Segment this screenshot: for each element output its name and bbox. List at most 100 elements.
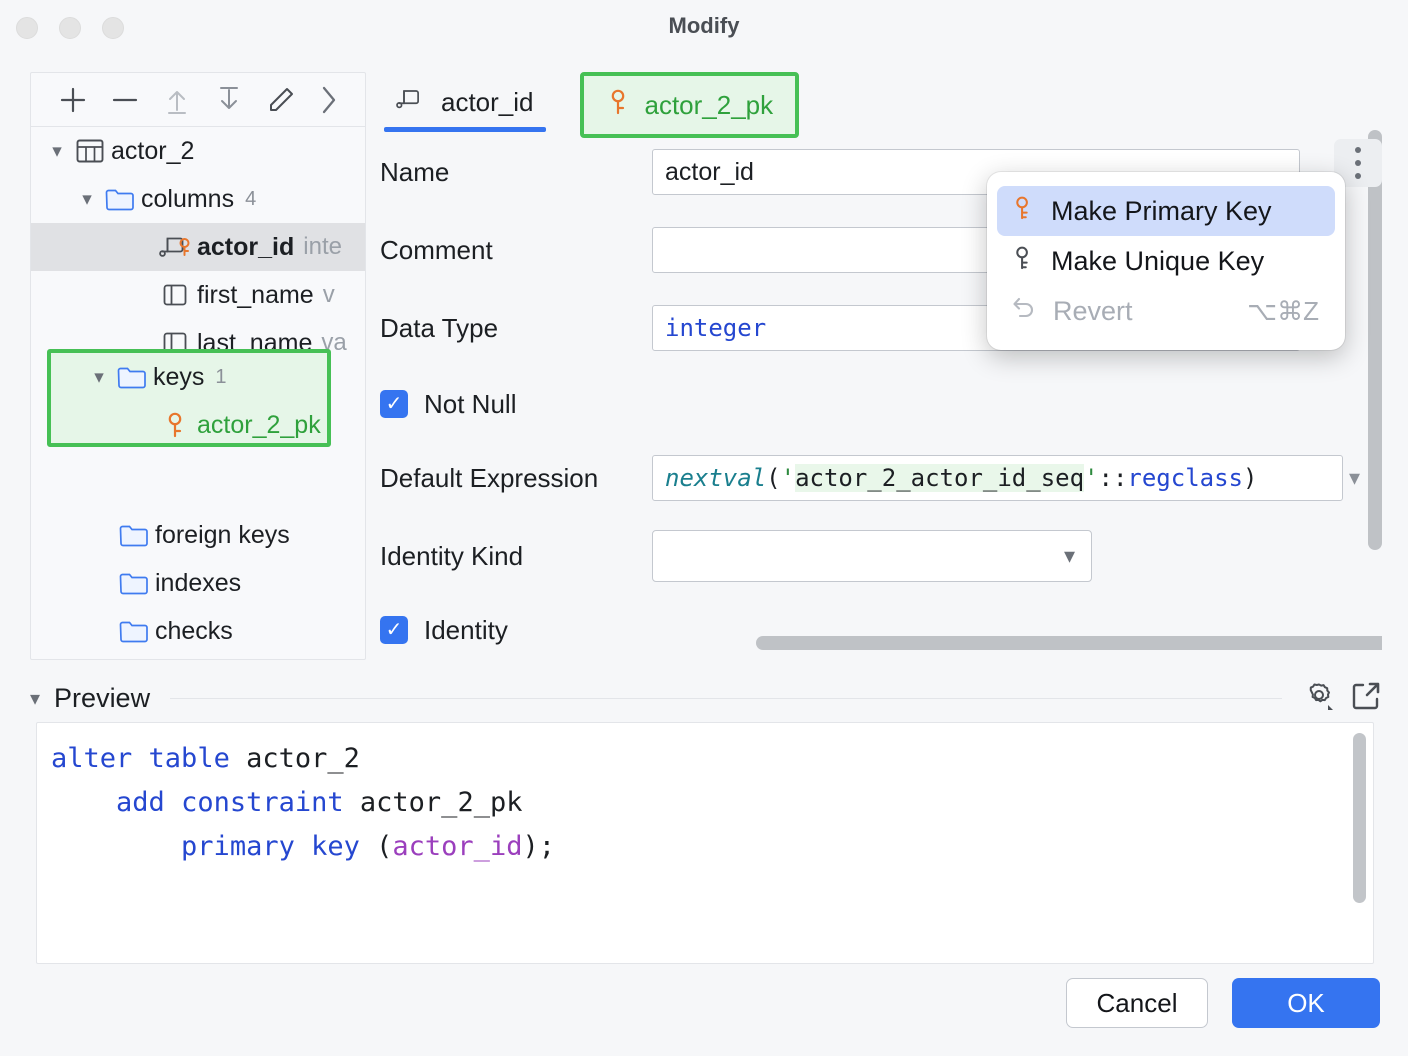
tree-node-label: actor_2_pk: [195, 411, 321, 440]
form-horizontal-scrollbar[interactable]: [756, 636, 1382, 650]
default-expression-tail: ): [1243, 464, 1257, 492]
tree-node-label: first_name: [195, 281, 314, 310]
kebab-dot: [1355, 160, 1361, 166]
menu-item-label: Revert: [1053, 296, 1133, 327]
menu-item-revert: Revert ⌥⌘Z: [997, 286, 1335, 336]
not-null-checkbox[interactable]: ✓: [380, 390, 408, 418]
tree-group-indexes[interactable]: indexes: [31, 559, 365, 607]
folder-icon: [115, 571, 153, 595]
preview-header: ▾ Preview: [30, 676, 1382, 720]
preview-sql-text: alter table actor_2 add constraint actor…: [37, 723, 1373, 869]
not-null-label: Not Null: [424, 389, 516, 420]
menu-item-shortcut: ⌥⌘Z: [1247, 296, 1319, 327]
identity-label: Identity: [424, 615, 508, 646]
tree-group-count: 4: [245, 188, 256, 211]
settings-gear-icon[interactable]: [1302, 679, 1336, 718]
move-up-button[interactable]: [151, 80, 203, 120]
default-expression-quote-close: ': [1084, 464, 1098, 492]
sql-keyword: add: [116, 787, 165, 818]
tree-group-keys[interactable]: ▾ keys 1: [51, 353, 327, 401]
tree-node-column-first_name[interactable]: first_name v: [31, 271, 365, 319]
identity-checkbox[interactable]: ✓: [380, 616, 408, 644]
edit-button[interactable]: [255, 80, 307, 120]
keys-group-rows[interactable]: ▾ keys 1 actor_2_pk: [51, 353, 327, 449]
chevron-down-icon[interactable]: ▾: [1064, 543, 1075, 569]
menu-item-make-unique-key[interactable]: Make Unique Key: [997, 236, 1335, 286]
add-button[interactable]: [47, 80, 99, 120]
tree-node-key-actor_2_pk[interactable]: actor_2_pk: [51, 401, 327, 449]
default-expression-input[interactable]: nextval('actor_2_actor_id_seq'::regclass…: [652, 455, 1343, 501]
object-editor-panel: actor_id actor_2_pk Name actor_id Commen…: [372, 72, 1382, 660]
column-icon: [157, 282, 195, 308]
menu-item-make-primary-key[interactable]: Make Primary Key: [997, 186, 1335, 236]
chevron-down-icon[interactable]: ▾: [73, 188, 101, 211]
kebab-dot: [1355, 173, 1361, 179]
key-icon: [157, 411, 195, 439]
folder-icon: [113, 365, 151, 389]
dialog-footer: Cancel OK: [0, 964, 1408, 1056]
preview-title: Preview: [54, 683, 150, 714]
default-expression-sequence: actor_2_actor_id_seq: [795, 464, 1084, 492]
data-type-input-value: integer: [665, 314, 766, 342]
tree-node-type: v: [323, 281, 335, 309]
tree-group-label: indexes: [153, 569, 241, 598]
expand-more-button[interactable]: [303, 80, 355, 120]
tree-node-actor_2[interactable]: ▾ actor_2: [31, 127, 365, 175]
kebab-dot: [1355, 147, 1361, 153]
tree-group-label: keys: [151, 363, 204, 392]
column-pk-icon: [157, 234, 195, 260]
default-expression-paren: (: [766, 464, 780, 492]
key-icon-orange: [1011, 194, 1035, 229]
editor-tabs: actor_id actor_2_pk: [372, 72, 1382, 138]
remove-button[interactable]: [99, 80, 151, 120]
sql-keyword: primary: [181, 831, 295, 862]
tree-node-label: actor_id: [195, 233, 294, 262]
sql-column: actor_id: [392, 831, 522, 862]
preview-divider: [170, 698, 1282, 699]
menu-item-label: Make Unique Key: [1051, 246, 1264, 277]
sql-keyword: key: [311, 831, 360, 862]
default-expression-dropdown-icon[interactable]: ▾: [1349, 465, 1360, 491]
key-icon: [606, 87, 632, 124]
default-expression-func: nextval: [665, 464, 766, 492]
sql-keyword: alter: [51, 743, 132, 774]
tree-group-label: columns: [139, 185, 234, 214]
tree-group-foreign-keys[interactable]: foreign keys: [31, 511, 365, 559]
menu-item-label: Make Primary Key: [1051, 196, 1272, 227]
not-null-checkbox-row[interactable]: ✓ Not Null: [380, 382, 1382, 426]
move-down-button[interactable]: [203, 80, 255, 120]
tree-node-column-actor_id[interactable]: actor_id inte: [31, 223, 365, 271]
preview-sql-box[interactable]: alter table actor_2 add constraint actor…: [36, 722, 1374, 964]
identity-kind-select[interactable]: ▾: [652, 530, 1092, 582]
default-expression-cast-type: regclass: [1127, 464, 1243, 492]
name-input-value: actor_id: [665, 158, 754, 187]
sql-identifier: actor_2_pk: [360, 787, 523, 818]
tab-label: actor_2_pk: [645, 90, 774, 121]
comment-label: Comment: [380, 235, 652, 266]
cancel-button[interactable]: Cancel: [1066, 978, 1208, 1028]
window-title: Modify: [0, 13, 1408, 39]
context-menu: Make Primary Key Make Unique Key Revert …: [987, 172, 1345, 350]
chevron-down-icon[interactable]: ▾: [43, 140, 71, 163]
tree-node-label: actor_2: [109, 137, 194, 166]
data-type-label: Data Type: [380, 313, 652, 344]
open-in-editor-icon[interactable]: [1350, 680, 1382, 717]
tree-group-columns[interactable]: ▾ columns 4: [31, 175, 365, 223]
tree-node-type: inte: [303, 233, 342, 261]
sql-identifier: actor_2: [246, 743, 360, 774]
chevron-down-icon[interactable]: ▾: [30, 686, 40, 711]
form-vertical-scrollbar[interactable]: [1368, 130, 1382, 550]
chevron-down-icon[interactable]: ▾: [85, 366, 113, 389]
tab-actor_id[interactable]: actor_id: [378, 72, 552, 132]
default-expression-quote-open: ': [781, 464, 795, 492]
column-icon: [396, 86, 428, 119]
tab-actor_2_pk[interactable]: actor_2_pk: [580, 72, 800, 138]
preview-vertical-scrollbar[interactable]: [1353, 733, 1366, 903]
ok-button[interactable]: OK: [1232, 978, 1380, 1028]
tree-group-checks[interactable]: checks: [31, 607, 365, 655]
tree-toolbar: [31, 73, 365, 127]
tree-group-count: 1: [215, 366, 226, 389]
title-bar: Modify: [0, 0, 1408, 56]
tree-group-label: checks: [153, 617, 233, 646]
folder-icon: [115, 523, 153, 547]
